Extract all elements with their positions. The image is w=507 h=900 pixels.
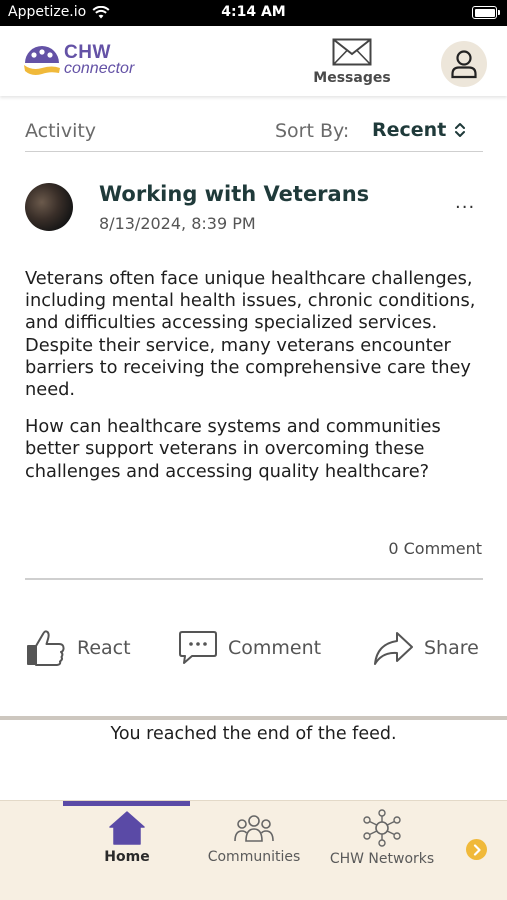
messages-label: Messages: [313, 70, 391, 86]
comment-label: Comment: [228, 637, 322, 659]
logo-connector-text: connector: [64, 60, 135, 77]
sort-select[interactable]: Recent: [372, 119, 466, 141]
post-body: Veterans often face unique healthcare ch…: [25, 268, 487, 498]
battery-icon: [472, 6, 500, 19]
nav-label-chw-networks: CHW Networks: [329, 851, 435, 867]
nav-more-button[interactable]: [466, 839, 487, 860]
thumbs-up-icon: [27, 630, 65, 666]
chevron-up-down-icon: [455, 123, 466, 137]
status-bar: Appetize.io 4:14 AM: [0, 0, 507, 26]
envelope-icon: [332, 38, 372, 66]
nav-active-indicator: [63, 801, 190, 806]
bottom-nav: Home Communities CHW Networks: [0, 800, 507, 900]
comment-button[interactable]: Comment: [178, 627, 321, 669]
share-arrow-icon: [374, 632, 413, 665]
share-button[interactable]: Share: [372, 627, 479, 669]
post-menu-button[interactable]: ...: [455, 192, 475, 213]
react-button[interactable]: React: [25, 627, 131, 669]
sort-value: Recent: [372, 119, 447, 141]
feed-end-message: You reached the end of the feed.: [110, 724, 397, 744]
post-date: 8/13/2024, 8:39 PM: [99, 214, 256, 233]
react-label: React: [77, 637, 131, 659]
comment-bubble-icon: [179, 631, 217, 664]
app-header: CHW connector Messages: [0, 26, 507, 96]
network-icon: [363, 809, 401, 847]
profile-button[interactable]: [441, 41, 487, 87]
nav-label-communities: Communities: [207, 849, 301, 865]
user-icon: [451, 50, 477, 79]
share-label: Share: [424, 637, 479, 659]
nav-item-communities[interactable]: Communities: [200, 809, 308, 865]
comment-count[interactable]: 0 Comment: [388, 539, 482, 558]
activity-bar: Activity Sort By: Recent: [25, 112, 483, 152]
people-group-icon: [234, 815, 274, 842]
logo-wordmark: CHW connector: [64, 43, 134, 77]
post-body-paragraph: Veterans often face unique healthcare ch…: [25, 268, 476, 401]
post-author-avatar[interactable]: [25, 183, 73, 231]
feed-separator: [0, 716, 507, 720]
nav-item-home[interactable]: Home: [88, 809, 166, 865]
post-divider: [25, 578, 483, 580]
activity-title: Activity: [25, 120, 97, 142]
post-body-paragraph: How can healthcare systems and communiti…: [25, 416, 441, 482]
home-icon: [109, 811, 145, 845]
chw-logo-icon: [24, 46, 60, 75]
post-title[interactable]: Working with Veterans: [99, 182, 369, 206]
status-time: 4:14 AM: [221, 4, 286, 20]
nav-label-home: Home: [104, 849, 150, 865]
chevron-right-icon: [473, 843, 481, 856]
app-logo[interactable]: CHW connector: [22, 40, 134, 80]
nav-item-chw-networks[interactable]: CHW Networks: [320, 809, 444, 867]
messages-button[interactable]: Messages: [306, 38, 398, 88]
sort-label: Sort By:: [275, 120, 350, 142]
